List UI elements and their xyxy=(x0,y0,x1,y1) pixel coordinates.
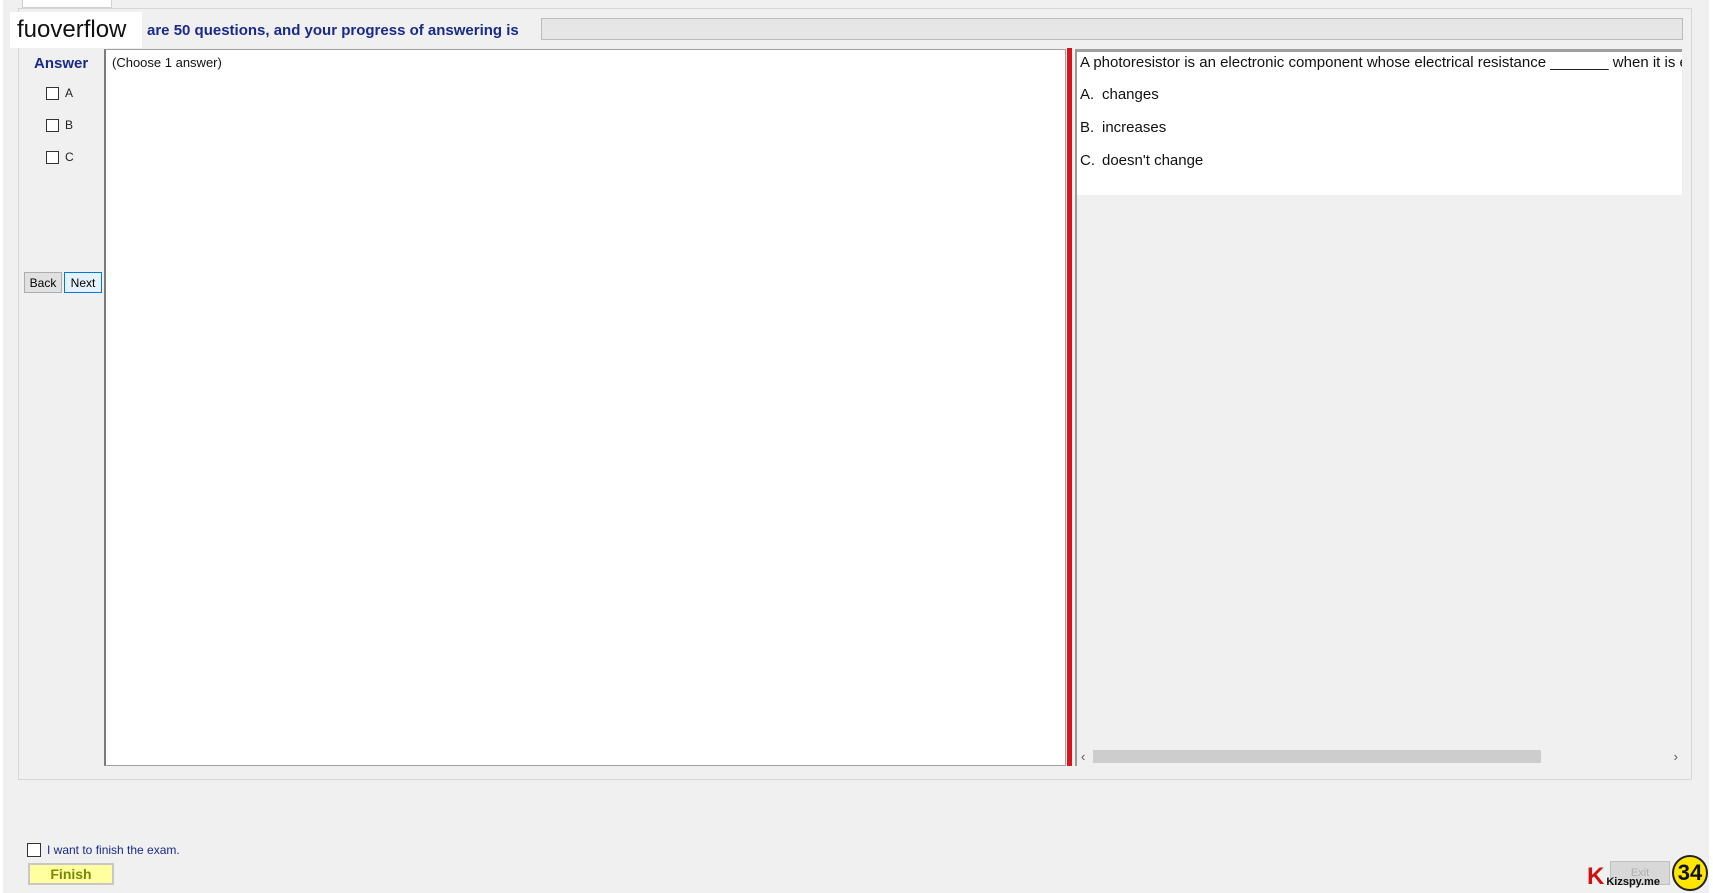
question-option-c: C. doesn't change xyxy=(1080,152,1203,169)
question-area: A photoresistor is an electronic compone… xyxy=(1077,49,1682,195)
answer-title: Answer xyxy=(34,55,89,72)
finish-exam-checkbox[interactable]: I want to finish the exam. xyxy=(27,843,180,857)
answer-panel: Answer A B C xyxy=(22,49,104,765)
question-text: A photoresistor is an electronic compone… xyxy=(1080,54,1682,71)
answer-option-a-label: A xyxy=(65,86,74,100)
back-button[interactable]: Back xyxy=(24,272,62,293)
answer-option-c[interactable]: C xyxy=(46,150,74,164)
kizspy-logo: K Kizspy.me xyxy=(1587,863,1660,890)
finish-checkbox-box[interactable] xyxy=(27,843,41,857)
answer-option-b[interactable]: B xyxy=(46,118,73,132)
answer-option-a[interactable]: A xyxy=(46,86,73,100)
choose-instruction: (Choose 1 answer) xyxy=(112,55,222,70)
question-counter-badge: 34 xyxy=(1672,855,1708,891)
question-option-a-text: changes xyxy=(1102,86,1159,103)
answer-text-pane: (Choose 1 answer) xyxy=(104,49,1066,766)
question-option-b-letter: B. xyxy=(1080,119,1095,136)
chevron-left-icon[interactable]: ‹ xyxy=(1081,748,1085,765)
progress-text: are 50 questions, and your progress of a… xyxy=(147,22,519,39)
scrollbar-thumb[interactable] xyxy=(1093,750,1541,763)
answer-option-b-label: B xyxy=(65,118,74,132)
question-option-c-letter: C. xyxy=(1080,152,1095,169)
watermark-label: fuoverflow xyxy=(10,12,142,48)
kizspy-logo-text: Kizspy.me xyxy=(1606,876,1660,888)
finish-button[interactable]: Finish xyxy=(28,863,114,885)
horizontal-scrollbar[interactable]: ‹ › xyxy=(1077,748,1682,765)
question-pane: A photoresistor is an electronic compone… xyxy=(1075,49,1682,766)
next-button[interactable]: Next xyxy=(64,272,102,293)
pane-splitter[interactable] xyxy=(1067,48,1072,766)
checkbox-a[interactable] xyxy=(46,86,59,100)
answer-option-c-label: C xyxy=(65,150,74,164)
checkbox-b[interactable] xyxy=(46,118,59,132)
question-option-a-letter: A. xyxy=(1080,86,1095,103)
top-tab[interactable] xyxy=(22,0,112,8)
question-option-b-text: increases xyxy=(1102,119,1167,136)
question-option-a: A. changes xyxy=(1080,86,1159,103)
checkbox-c[interactable] xyxy=(46,150,59,164)
question-option-b: B. increases xyxy=(1080,119,1166,136)
kizspy-logo-letter: K xyxy=(1587,863,1605,890)
progress-bar xyxy=(541,18,1683,40)
question-option-c-text: doesn't change xyxy=(1102,152,1204,169)
finish-checkbox-label: I want to finish the exam. xyxy=(47,843,180,857)
chevron-right-icon[interactable]: › xyxy=(1674,748,1678,765)
